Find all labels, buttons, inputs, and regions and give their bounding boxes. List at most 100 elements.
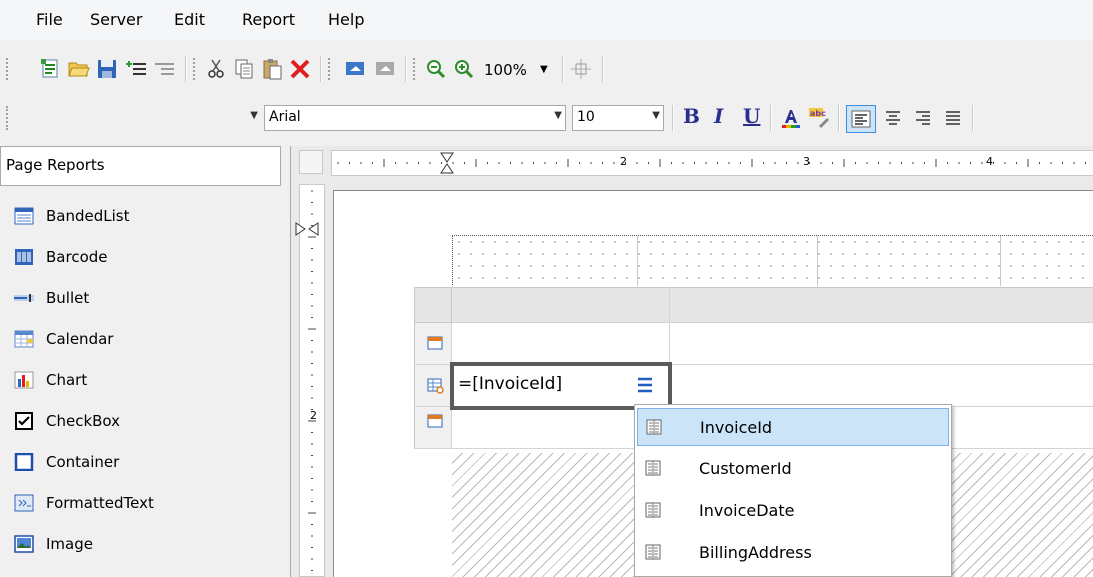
toolbar-grip[interactable]	[6, 58, 10, 80]
chart-icon	[14, 371, 34, 389]
toolbar-separator	[185, 56, 187, 82]
toolbox-item-formattedtext[interactable]: FormattedText	[14, 488, 154, 518]
menu-help[interactable]: Help	[328, 10, 364, 29]
italic-button[interactable]: I	[714, 104, 723, 128]
cut-icon[interactable]	[203, 56, 229, 82]
menu-edit[interactable]: Edit	[174, 10, 205, 29]
ruler-label: 4	[986, 155, 993, 168]
header-region[interactable]	[452, 235, 1093, 286]
toolbox-item-bandedlist[interactable]: BandedList	[14, 201, 129, 231]
selected-table-cell[interactable]: =[InvoiceId]	[450, 362, 672, 410]
field-option-label: BillingAddress	[699, 542, 812, 562]
toolbox-item-container[interactable]: Container	[14, 447, 119, 477]
menu-file[interactable]: File	[36, 10, 63, 29]
toolbox-category[interactable]: Page Reports	[0, 146, 281, 186]
toolbox-item-chart[interactable]: Chart	[14, 365, 87, 395]
chevron-down-icon: ▼	[554, 110, 562, 121]
barcode-icon	[14, 248, 34, 266]
paste-icon[interactable]	[259, 56, 285, 82]
zoom-level[interactable]: 100%	[484, 61, 527, 79]
bold-button[interactable]: B	[683, 104, 700, 128]
toolbar-grip[interactable]	[193, 58, 197, 80]
add-section-icon[interactable]	[124, 56, 150, 82]
report-designer-window: File Server Edit Report Help 100% ▼ ▼ Ar…	[0, 0, 1093, 577]
open-icon[interactable]	[66, 56, 92, 82]
field-icon	[645, 502, 661, 518]
row-handle-footer[interactable]	[414, 407, 452, 449]
table-corner-handle[interactable]	[414, 287, 452, 323]
highlight-icon[interactable]: abc	[806, 105, 832, 131]
new-report-icon[interactable]	[38, 56, 64, 82]
style-combo[interactable]: ▼	[18, 105, 262, 131]
row-handle-detail[interactable]	[414, 365, 452, 407]
zoom-in-icon[interactable]	[451, 56, 477, 82]
table-header-icon	[427, 336, 443, 350]
menu-bar: File Server Edit Report Help	[0, 0, 1093, 40]
field-option-label: InvoiceId	[700, 417, 773, 437]
table-detail-icon	[427, 378, 444, 394]
align-center-icon[interactable]	[880, 105, 906, 131]
toolbar-separator	[562, 56, 564, 82]
align-right-icon[interactable]	[910, 105, 936, 131]
toolbox-item-barcode[interactable]: Barcode	[14, 242, 108, 272]
calendar-icon	[14, 330, 34, 348]
chevron-down-icon: ▼	[250, 110, 258, 121]
cell-expression[interactable]: =[InvoiceId]	[458, 374, 562, 394]
toolbar-separator	[770, 105, 772, 131]
table-cell[interactable]	[670, 323, 1093, 365]
field-option-customerid[interactable]: CustomerId	[637, 449, 949, 487]
field-option-label: InvoiceDate	[699, 500, 795, 520]
table-cell[interactable]	[670, 365, 1093, 407]
margin-marker-icon[interactable]	[440, 152, 454, 174]
formattedtext-icon	[14, 494, 34, 512]
toolbox-item-checkbox[interactable]: CheckBox	[14, 406, 120, 436]
toolbox-item-label: Chart	[46, 371, 88, 389]
align-justify-icon[interactable]	[940, 105, 966, 131]
toolbar-separator	[405, 56, 407, 82]
field-icon	[645, 544, 661, 560]
zoom-out-icon[interactable]	[423, 56, 449, 82]
toolbox-panel: Page Reports BandedList Barcode Bullet C…	[0, 146, 285, 577]
redo-icon[interactable]	[372, 56, 398, 82]
font-size-combo[interactable]: 10 ▼	[572, 105, 664, 131]
delete-icon[interactable]	[287, 56, 313, 82]
toolbox-item-label: BandedList	[46, 207, 130, 225]
horizontal-ruler: 2 3 4	[331, 150, 1093, 176]
menu-server[interactable]: Server	[90, 10, 142, 29]
underline-button[interactable]: U	[743, 104, 760, 128]
field-picker-dropdown: InvoiceId CustomerId InvoiceDate Billing…	[634, 404, 952, 577]
save-icon[interactable]	[94, 56, 120, 82]
toolbox-item-label: Barcode	[46, 248, 108, 266]
zoom-dropdown-icon[interactable]: ▼	[540, 64, 548, 75]
menu-report[interactable]: Report	[242, 10, 295, 29]
table-footer-icon	[427, 414, 443, 428]
toolbox-item-bullet[interactable]: Bullet	[14, 283, 89, 313]
column-handle[interactable]	[670, 287, 1093, 323]
field-option-invoiceid[interactable]: InvoiceId	[637, 408, 949, 446]
toolbar-separator	[672, 105, 674, 131]
toolbar-grip[interactable]	[413, 58, 417, 80]
main-toolbar: 100% ▼	[0, 44, 1093, 94]
undo-icon[interactable]	[342, 56, 368, 82]
field-picker-icon[interactable]	[636, 376, 654, 394]
toolbox-item-calendar[interactable]: Calendar	[14, 324, 113, 354]
toolbar-grip[interactable]	[6, 106, 10, 130]
ruler-corner	[299, 150, 323, 174]
fit-icon[interactable]	[568, 56, 594, 82]
column-handle[interactable]	[452, 287, 670, 323]
margin-marker-icon[interactable]	[295, 222, 319, 236]
field-option-billingaddress[interactable]: BillingAddress	[637, 533, 949, 571]
field-option-invoicedate[interactable]: InvoiceDate	[637, 491, 949, 529]
toolbar-grip[interactable]	[328, 58, 332, 80]
toolbox-item-label: Bullet	[46, 289, 90, 307]
row-handle-header[interactable]	[414, 323, 452, 365]
chevron-down-icon: ▼	[652, 110, 660, 121]
toolbox-item-label: Calendar	[46, 330, 114, 348]
toolbox-item-image[interactable]: Image	[14, 529, 93, 559]
align-left-icon[interactable]	[846, 105, 876, 133]
font-combo[interactable]: Arial ▼	[264, 105, 566, 131]
table-cell[interactable]	[452, 323, 670, 365]
remove-section-icon[interactable]	[152, 56, 178, 82]
font-color-icon[interactable]	[778, 105, 804, 131]
copy-icon[interactable]	[231, 56, 257, 82]
